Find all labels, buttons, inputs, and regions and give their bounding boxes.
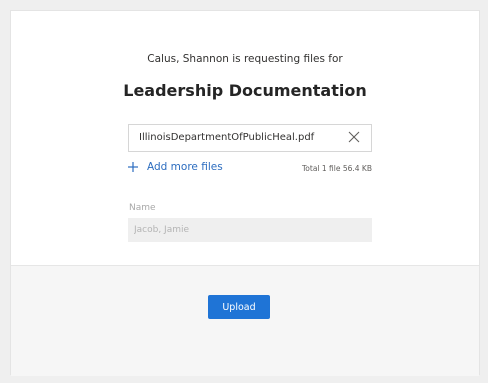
add-more-files-label: Add more files — [147, 161, 223, 173]
file-request-card: Calus, Shannon is requesting files for L… — [10, 10, 480, 376]
request-message: Calus, Shannon is requesting files for — [147, 53, 343, 65]
page-title: Leadership Documentation — [123, 81, 367, 100]
name-input[interactable] — [128, 218, 372, 242]
footer-area — [11, 265, 479, 376]
close-icon[interactable] — [347, 130, 361, 144]
selected-file: IllinoisDepartmentOfPublicHeal.pdf — [128, 124, 372, 152]
plus-icon — [128, 162, 138, 172]
file-name: IllinoisDepartmentOfPublicHeal.pdf — [139, 132, 315, 143]
name-label: Name — [129, 203, 156, 213]
file-request-content: Calus, Shannon is requesting files for L… — [11, 11, 479, 265]
total-size: Total 1 file 56.4 KB — [301, 164, 372, 173]
upload-button[interactable]: Upload — [208, 295, 270, 319]
add-more-files-button[interactable]: Add more files — [127, 161, 223, 173]
